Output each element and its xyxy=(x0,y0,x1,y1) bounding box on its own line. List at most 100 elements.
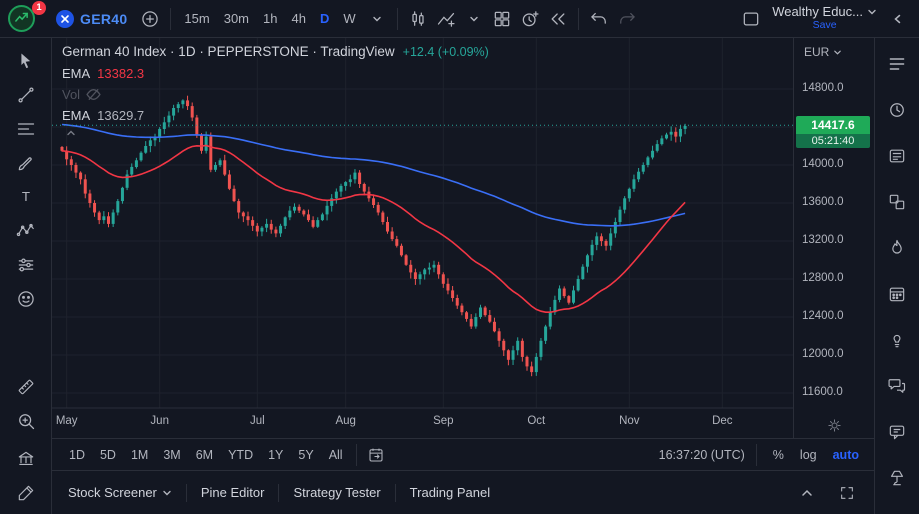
currency-selector[interactable]: EUR xyxy=(804,45,842,59)
toolbar-separator xyxy=(396,7,398,30)
chart-title[interactable]: German 40 Index · 1D · PEPPERSTONE · Tra… xyxy=(62,44,395,59)
interval-dropdown-button[interactable] xyxy=(364,5,390,33)
flame-icon xyxy=(892,239,902,254)
footer-right-controls xyxy=(794,479,860,507)
indicators-button[interactable] xyxy=(433,5,459,33)
emoji-tool-button[interactable] xyxy=(7,282,45,316)
multichart-layout-button[interactable] xyxy=(489,5,515,33)
fib-tool-button[interactable] xyxy=(7,112,45,146)
zoom-tool-button[interactable] xyxy=(7,404,45,438)
interval-4h[interactable]: 4h xyxy=(285,7,311,30)
screener-shortcut-button[interactable] xyxy=(7,442,45,476)
chart-type-button[interactable] xyxy=(405,5,431,33)
app-logo xyxy=(8,4,35,32)
svg-text:Sep: Sep xyxy=(433,415,453,427)
layout-name-dropdown[interactable]: Wealthy Educ... Save xyxy=(768,4,881,33)
range-1y[interactable]: 1Y xyxy=(261,445,290,465)
forecast-tool-button[interactable] xyxy=(7,248,45,282)
magnifier-icon xyxy=(18,414,34,430)
legend-collapse-arrow[interactable] xyxy=(66,129,489,137)
svg-text:Jun: Jun xyxy=(150,415,169,427)
log-scale-button[interactable]: log xyxy=(795,446,822,464)
interval-1h[interactable]: 1h xyxy=(257,7,283,30)
svg-text:May: May xyxy=(56,415,78,427)
bar-replay-button[interactable] xyxy=(545,5,571,33)
svg-text:T: T xyxy=(21,189,29,204)
auto-scale-button[interactable]: auto xyxy=(828,446,864,464)
user-menu-button[interactable]: 1 xyxy=(8,0,46,34)
layout-name-text: Wealthy Educ... xyxy=(772,4,863,20)
bank-columns-icon xyxy=(18,451,33,465)
redo-button[interactable] xyxy=(614,5,640,33)
range-6m[interactable]: 6M xyxy=(189,445,220,465)
panel-expand-button[interactable] xyxy=(794,479,820,507)
brush-icon xyxy=(18,157,32,171)
layout-manager-button[interactable] xyxy=(738,5,764,33)
create-alert-button[interactable] xyxy=(517,5,543,33)
trendline-icon xyxy=(17,87,34,103)
interval-1w[interactable]: W xyxy=(337,7,361,30)
legend-ema-fast[interactable]: EMA 13382.3 xyxy=(62,66,489,81)
ema2-value: 13629.7 xyxy=(97,108,145,123)
help-button[interactable] xyxy=(884,468,910,488)
price-label: 13200.0 xyxy=(802,234,844,246)
price-label: 14800.0 xyxy=(802,82,844,94)
compare-add-button[interactable] xyxy=(137,5,163,33)
collapse-toolbar-button[interactable] xyxy=(885,5,911,33)
brush-tool-button[interactable] xyxy=(7,146,45,180)
object-tree-button[interactable] xyxy=(884,192,910,212)
range-5d[interactable]: 5D xyxy=(93,445,123,465)
interval-30m[interactable]: 30m xyxy=(218,7,255,30)
indicator-templates-button[interactable] xyxy=(461,5,487,33)
legend-ema-slow[interactable]: EMA 13629.7 xyxy=(62,108,489,123)
chat-button[interactable] xyxy=(884,376,910,396)
timezone-clock[interactable]: 16:37:20 (UTC) xyxy=(659,448,745,462)
range-5y[interactable]: 5Y xyxy=(291,445,320,465)
text-tool-button[interactable]: T xyxy=(7,180,45,214)
grid-layout-icon xyxy=(494,11,509,26)
range-1m[interactable]: 1M xyxy=(124,445,155,465)
percent-scale-button[interactable]: % xyxy=(768,446,789,464)
calendar-button[interactable] xyxy=(884,284,910,304)
fullscreen-button[interactable] xyxy=(834,479,860,507)
pine-editor-tab[interactable]: Pine Editor xyxy=(187,485,279,500)
interval-1d[interactable]: D xyxy=(314,7,335,30)
svg-text:Aug: Aug xyxy=(335,415,355,427)
eye-off-icon[interactable] xyxy=(86,87,101,102)
chart-plot[interactable]: May Jun Jul Aug Sep Oct Nov Dec German 40 Index… xyxy=(52,38,793,438)
bottom-bar-right: 16:37:20 (UTC) % log auto xyxy=(659,443,864,466)
notes-shortcut-button[interactable] xyxy=(7,476,45,510)
lightbulb-icon xyxy=(893,334,901,348)
alerts-button[interactable] xyxy=(884,100,910,120)
stock-screener-tab[interactable]: Stock Screener xyxy=(66,485,186,500)
trendline-tool-button[interactable] xyxy=(7,78,45,112)
comment-lines-icon xyxy=(889,425,905,440)
undo-button[interactable] xyxy=(586,5,612,33)
go-to-date-button[interactable] xyxy=(363,441,389,469)
symbol-search-button[interactable]: GER40 xyxy=(48,7,135,31)
cursor-tool-button[interactable] xyxy=(7,44,45,78)
svg-text:Dec: Dec xyxy=(712,415,733,427)
range-3m[interactable]: 3M xyxy=(156,445,187,465)
legend-volume-hidden[interactable]: Vol xyxy=(62,87,489,102)
watchlist-button[interactable] xyxy=(884,54,910,74)
news-button[interactable] xyxy=(884,146,910,166)
calendar-goto-icon xyxy=(369,448,383,462)
axis-settings-button[interactable] xyxy=(794,418,874,433)
candles-icon xyxy=(412,10,424,26)
save-layout-link[interactable]: Save xyxy=(813,20,837,32)
strategy-tester-tab[interactable]: Strategy Tester xyxy=(279,485,394,500)
ideas-button[interactable] xyxy=(884,330,910,350)
clock-icon xyxy=(890,103,904,117)
range-1d[interactable]: 1D xyxy=(62,445,92,465)
price-axis[interactable]: EUR 14800.0 14400.0 14000.0 13600.0 1320… xyxy=(793,38,874,438)
hotlists-button[interactable] xyxy=(884,238,910,258)
range-all[interactable]: All xyxy=(322,445,350,465)
svg-text:Jul: Jul xyxy=(250,415,265,427)
range-ytd[interactable]: YTD xyxy=(221,445,260,465)
pattern-tool-button[interactable] xyxy=(7,214,45,248)
trading-panel-tab[interactable]: Trading Panel xyxy=(396,485,504,500)
public-chat-button[interactable] xyxy=(884,422,910,442)
interval-15m[interactable]: 15m xyxy=(178,7,215,30)
measure-tool-button[interactable] xyxy=(7,370,45,404)
